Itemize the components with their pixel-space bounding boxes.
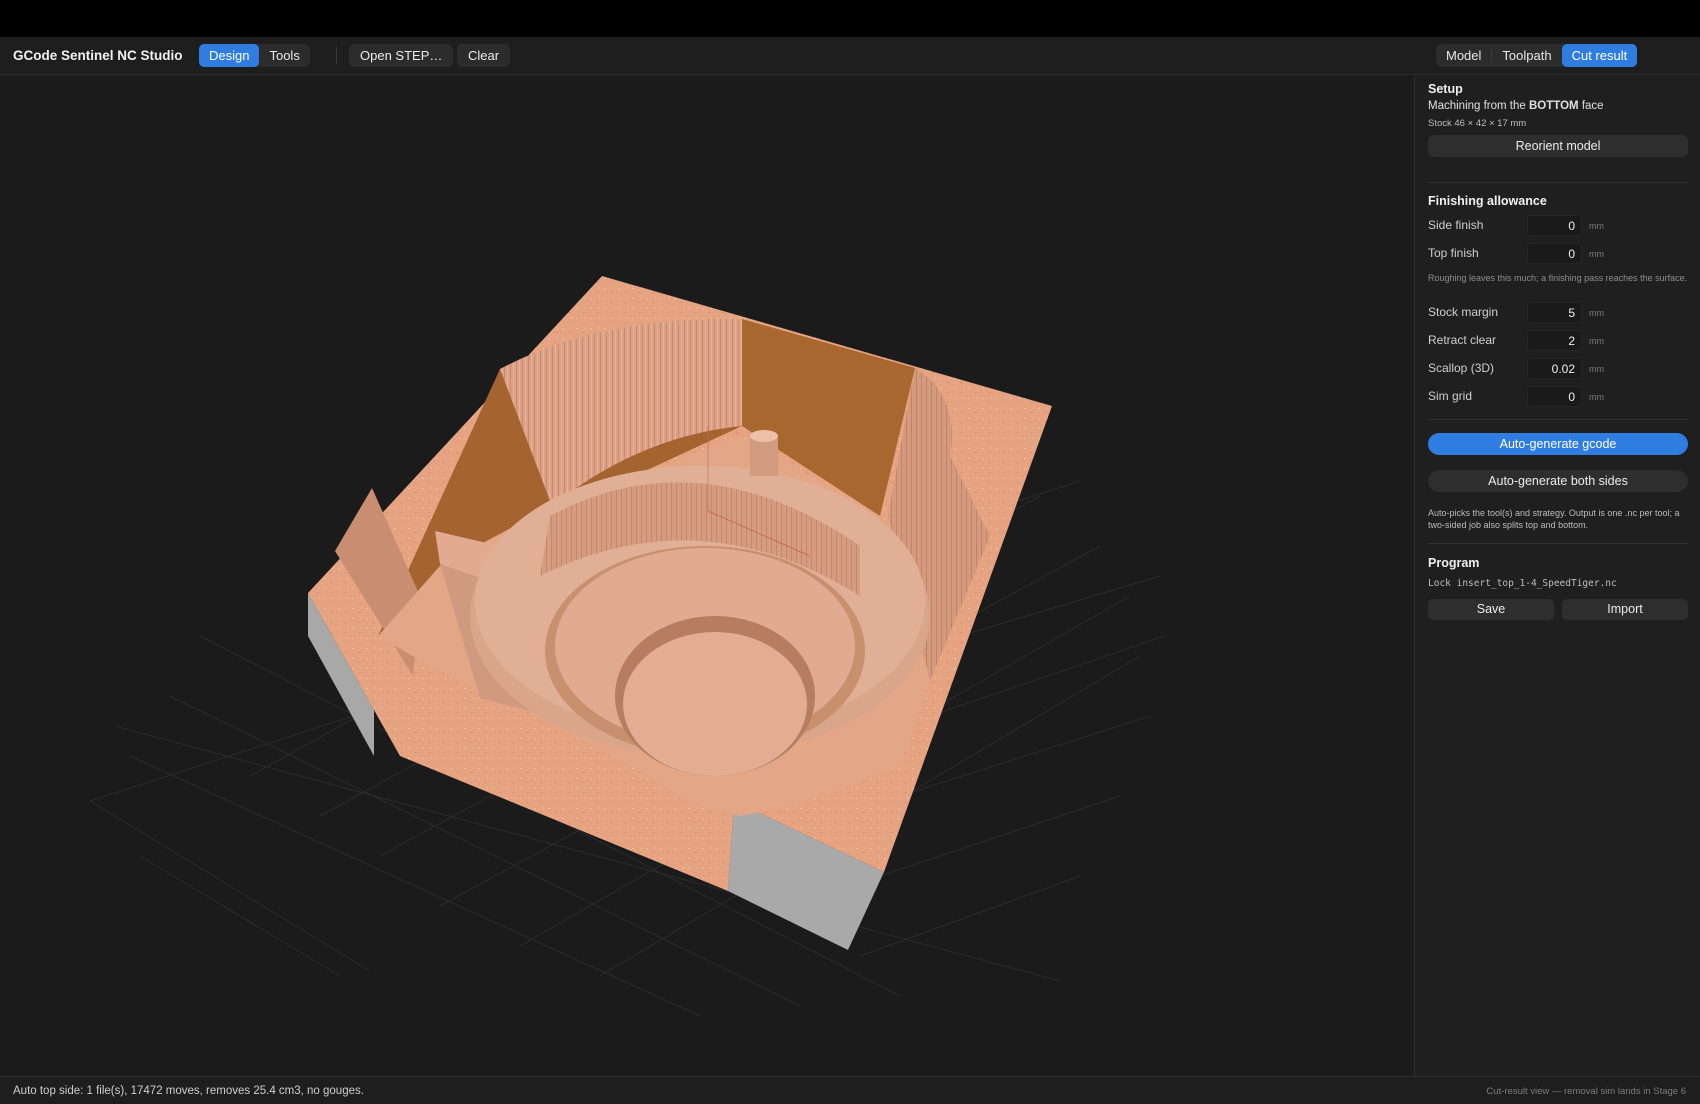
save-button[interactable]: Save: [1428, 599, 1554, 620]
setup-title: Setup: [1428, 82, 1463, 96]
tab-tools[interactable]: Tools: [259, 44, 309, 67]
finishing-title: Finishing allowance: [1428, 194, 1547, 208]
side-finish-unit: mm: [1589, 221, 1604, 231]
properties-panel: Setup Machining from the BOTTOM face Sto…: [1414, 76, 1700, 1076]
divider: [1428, 419, 1688, 420]
top-finish-unit: mm: [1589, 249, 1604, 259]
scallop-unit: mm: [1589, 364, 1604, 374]
import-button[interactable]: Import: [1562, 599, 1688, 620]
scallop-label: Scallop (3D): [1428, 361, 1495, 375]
divider: [1428, 543, 1688, 544]
finishing-hint: Roughing leaves this much; a finishing p…: [1428, 273, 1688, 283]
status-note: Cut-result view — removal sim lands in S…: [1486, 1086, 1686, 1097]
machining-prefix: Machining from the: [1428, 100, 1529, 112]
tab-design[interactable]: Design: [199, 44, 260, 67]
app-title: GCode Sentinel NC Studio: [13, 48, 183, 63]
tab-cut-result[interactable]: Cut result: [1561, 44, 1638, 67]
stock-margin-input[interactable]: 5: [1527, 302, 1582, 323]
retract-clear-unit: mm: [1589, 336, 1604, 346]
sim-grid-label: Sim grid: [1428, 389, 1473, 403]
divider: [1428, 182, 1688, 183]
scallop-input[interactable]: 0.02: [1527, 358, 1582, 379]
side-finish-label: Side finish: [1428, 218, 1484, 232]
program-title: Program: [1428, 556, 1480, 570]
stock-margin-label: Stock margin: [1428, 305, 1499, 319]
status-bar: Auto top side: 1 file(s), 17472 moves, r…: [0, 1076, 1700, 1104]
stock-margin-unit: mm: [1589, 308, 1604, 318]
side-finish-input[interactable]: 0: [1527, 215, 1582, 236]
cut-result-render: [89, 276, 1166, 1017]
retract-clear-label: Retract clear: [1428, 333, 1497, 347]
machining-face: BOTTOM: [1529, 100, 1579, 112]
window-title-strip: [0, 0, 1700, 37]
sim-grid-input[interactable]: 0: [1527, 386, 1582, 407]
tab-model[interactable]: Model: [1436, 44, 1491, 67]
3d-viewport[interactable]: [0, 76, 1414, 1076]
stock-block: [308, 276, 1052, 950]
clear-button[interactable]: Clear: [457, 44, 511, 67]
view-tabs: Model Toolpath Cut result: [1436, 44, 1638, 67]
sim-grid-unit: mm: [1589, 392, 1604, 402]
top-finish-input[interactable]: 0: [1527, 243, 1582, 264]
tab-toolpath[interactable]: Toolpath: [1492, 44, 1561, 67]
retract-clear-input[interactable]: 2: [1527, 330, 1582, 351]
program-file: Lock insert_top_1-4_SpeedTiger.nc: [1428, 578, 1617, 589]
machining-face-text: Machining from the BOTTOM face: [1428, 100, 1604, 112]
toolbar-divider: [336, 47, 337, 64]
status-message: Auto top side: 1 file(s), 17472 moves, r…: [13, 1085, 364, 1097]
mode-tabs: Design Tools: [199, 44, 310, 67]
auto-generate-both-sides-button[interactable]: Auto-generate both sides: [1428, 470, 1688, 492]
stock-size: Stock 46 × 42 × 17 mm: [1428, 118, 1527, 129]
toolbar: GCode Sentinel NC Studio Design Tools Op…: [0, 37, 1700, 75]
machining-suffix: face: [1578, 100, 1604, 112]
generate-hint: Auto-picks the tool(s) and strategy. Out…: [1428, 508, 1680, 530]
open-step-button[interactable]: Open STEP…: [349, 44, 454, 67]
reorient-model-button[interactable]: Reorient model: [1428, 135, 1688, 157]
top-finish-label: Top finish: [1428, 246, 1479, 260]
auto-generate-gcode-button[interactable]: Auto-generate gcode: [1428, 433, 1688, 455]
